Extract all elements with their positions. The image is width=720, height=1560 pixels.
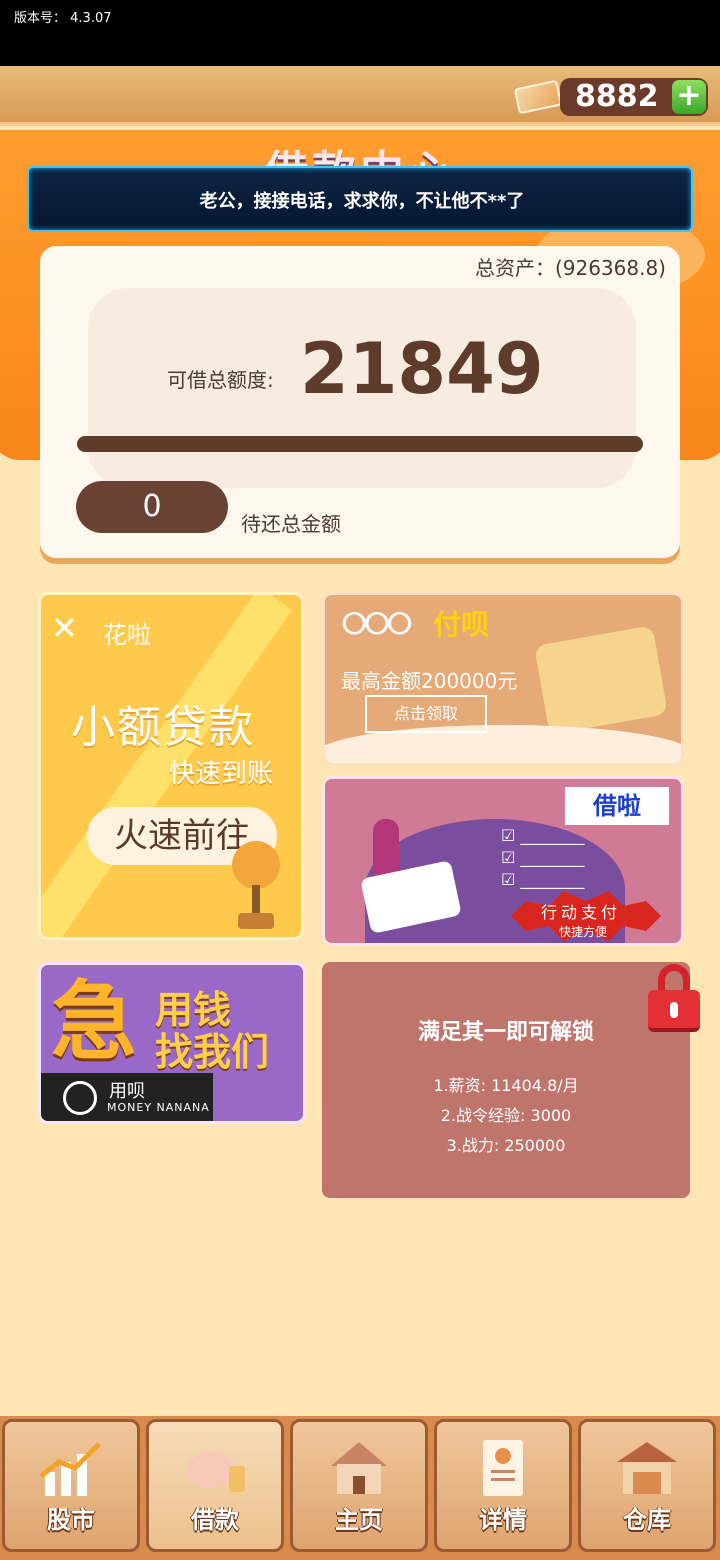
version-text: 版本号： 4.3.07: [14, 11, 112, 26]
yongbei-line2: 找我们: [155, 1030, 270, 1074]
fubei-loan-card[interactable]: ⵔⵔⵔ 付呗 最高金额200000元 点击领取: [322, 592, 684, 766]
jiela-brand: 借啦: [565, 787, 669, 825]
huala-title: 小额贷款: [71, 702, 255, 753]
asset-card: 总资产：(926368.8) 可借总额度: 21849 0 待还总金额: [40, 246, 680, 558]
cash-stack-icon: [513, 79, 563, 115]
fubei-brand: 付呗: [433, 608, 490, 641]
locked-loan-card[interactable]: 满足其一即可解锁 1.薪资: 11404.8/月 2.战令经验: 3000 3.…: [322, 962, 690, 1198]
nav-label: 股市: [47, 1506, 95, 1534]
house-icon: [331, 1442, 387, 1494]
yongbei-brand: 用呗: [109, 1081, 145, 1102]
repay-label: 待还总金额: [241, 512, 341, 536]
limit-value: 21849: [300, 328, 544, 410]
fubei-claim-button[interactable]: 点击领取: [365, 695, 487, 733]
app-screen: 8882 + 借款中心 老公，接接电话，求求你，不让他不**了 总资产：(926…: [0, 66, 720, 1560]
unlock-title: 满足其一即可解锁: [417, 1020, 594, 1045]
limit-label: 可借总额度:: [167, 368, 274, 392]
nav-details[interactable]: 详情: [434, 1419, 572, 1552]
money-tree-icon: [232, 841, 280, 929]
nav-label: 借款: [191, 1506, 239, 1534]
checklist-item: ☑ ________: [501, 848, 585, 867]
status-bar: 版本号： 4.3.07: [0, 0, 720, 66]
top-bar: 8882 +: [0, 66, 720, 126]
yongbei-loan-card[interactable]: 急 用钱 找我们 用呗 MONEY NANANA: [38, 962, 306, 1124]
warehouse-icon: [617, 1442, 677, 1494]
huala-loan-card[interactable]: ✕ 花啦 小额贷款 快速到账 火速前往: [38, 592, 304, 940]
nav-stock[interactable]: 股市: [2, 1419, 140, 1552]
checklist: ☑ ________ ☑ ________ ☑ ________: [501, 825, 584, 891]
jiela-fast-text: 快捷方便: [559, 925, 608, 939]
nav-loan[interactable]: 借款: [146, 1419, 284, 1552]
cash-bag-icon: [534, 625, 668, 735]
total-assets: 总资产：(926368.8): [474, 256, 666, 280]
unlock-condition: 1.薪资: 11404.8/月: [433, 1076, 579, 1095]
checklist-item: ☑ ________: [501, 826, 585, 845]
currency-amount: 8882: [575, 79, 659, 114]
unlock-condition: 2.战令经验: 3000: [440, 1106, 572, 1125]
repay-amount: 0: [76, 481, 228, 533]
piggy-bank-icon: [187, 1452, 245, 1492]
huala-brand: 花啦: [103, 621, 151, 649]
jiela-pay-text: 行动支付: [541, 903, 622, 922]
nav-label: 主页: [335, 1506, 383, 1534]
fubei-amount: 最高金额200000元: [341, 669, 518, 693]
huala-subtitle: 快速到账: [169, 759, 274, 789]
unlock-condition: 3.战力: 250000: [446, 1136, 566, 1155]
bottom-nav: 股市 借款 主页 详情 仓库: [0, 1416, 720, 1560]
profile-card-icon: [483, 1440, 523, 1496]
nav-home[interactable]: 主页: [290, 1419, 428, 1552]
nav-label: 仓库: [623, 1506, 671, 1534]
nav-label: 详情: [479, 1506, 527, 1534]
yongbei-urgent: 急: [51, 972, 137, 1072]
lock-icon: [648, 964, 700, 1034]
nav-warehouse[interactable]: 仓库: [578, 1419, 716, 1552]
fubei-logo-icon: ⵔⵔⵔ: [341, 607, 413, 642]
add-currency-button[interactable]: +: [672, 80, 706, 114]
checklist-item: ☑ ________: [501, 870, 585, 889]
coin-icon: [63, 1081, 97, 1115]
notice-text: 老公，接接电话，求求你，不让他不**了: [199, 191, 525, 212]
jiela-loan-card[interactable]: 借啦 ☑ ________ ☑ ________ ☑ ________ 行动支付…: [322, 776, 684, 946]
lock-keyhole: [670, 1002, 678, 1018]
limit-progress-bar: [77, 436, 643, 452]
stock-chart-icon: [39, 1442, 101, 1496]
notice-bar: 老公，接接电话，求求你，不让他不**了: [27, 166, 693, 232]
yongbei-english: MONEY NANANA: [107, 1101, 210, 1114]
huala-logo-icon: ✕: [51, 609, 78, 647]
